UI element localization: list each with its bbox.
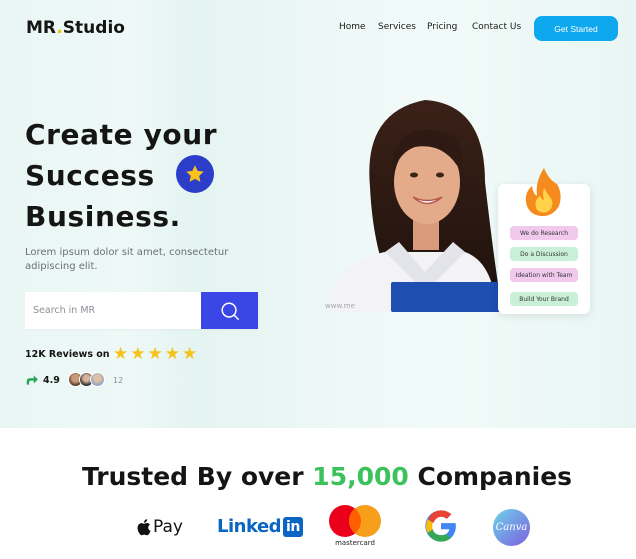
fire-icon bbox=[525, 168, 561, 216]
linkedin-in-box: in bbox=[283, 516, 303, 537]
apple-pay-text: Pay bbox=[153, 517, 183, 537]
trending-up-icon bbox=[26, 375, 38, 385]
get-started-button[interactable]: Get Started bbox=[534, 16, 618, 41]
trusted-suffix: Companies bbox=[408, 462, 573, 491]
brand-name-prefix: MR bbox=[26, 18, 57, 38]
google-logo-icon bbox=[425, 510, 456, 542]
trusted-heading: Trusted By over 15,000 Companies bbox=[0, 462, 636, 491]
mastercard-text: mastercard bbox=[335, 539, 375, 547]
linkedin-logo: Linked in bbox=[217, 516, 303, 537]
nav-home[interactable]: Home bbox=[339, 22, 366, 32]
task-item: Build Your Brand bbox=[510, 292, 578, 306]
star-icon: ★ bbox=[164, 344, 180, 364]
star-badge bbox=[176, 155, 214, 193]
headline-line-1: Create your bbox=[25, 118, 218, 151]
star-icon: ★ bbox=[182, 344, 198, 364]
hero-subtitle: Lorem ipsum dolor sit amet, consectetur … bbox=[25, 247, 229, 272]
apple-pay-logo: Pay bbox=[136, 517, 183, 537]
avatar-count: 12 bbox=[113, 376, 124, 385]
brand-name-suffix: Studio bbox=[62, 18, 125, 38]
search-input[interactable] bbox=[25, 292, 201, 329]
headline-line-3: Business. bbox=[25, 200, 181, 233]
task-item: Do a Discussion bbox=[510, 247, 578, 261]
reviewer-avatars[interactable] bbox=[68, 372, 105, 387]
partner-logos: Pay Linked in mastercard Canva bbox=[0, 505, 636, 547]
trusted-count: 15,000 bbox=[312, 462, 409, 491]
star-icon: ★ bbox=[113, 344, 129, 364]
trusted-prefix: Trusted By over bbox=[81, 462, 313, 491]
mastercard-circles-icon bbox=[329, 505, 381, 537]
apple-icon bbox=[137, 519, 151, 536]
rating-stars: ★ ★ ★ ★ ★ bbox=[113, 344, 197, 364]
svg-text:www.me: www.me bbox=[325, 302, 355, 310]
nav-contact-us[interactable]: Contact Us bbox=[472, 22, 521, 32]
nav-pricing[interactable]: Pricing bbox=[427, 22, 457, 32]
star-icon: ★ bbox=[147, 344, 163, 364]
search-bar bbox=[25, 292, 258, 329]
rating-value: 4.9 bbox=[43, 375, 60, 386]
search-icon bbox=[220, 301, 239, 320]
avatar bbox=[90, 372, 105, 387]
task-item: We do Research bbox=[510, 226, 578, 240]
mastercard-logo: mastercard bbox=[326, 505, 384, 547]
canva-logo: Canva bbox=[493, 509, 530, 546]
reviews-label: 12K Reviews on bbox=[25, 349, 110, 360]
linkedin-text: Linked bbox=[217, 516, 282, 537]
nav-services[interactable]: Services bbox=[378, 22, 416, 32]
task-item: Ideation with Team bbox=[510, 268, 578, 282]
star-icon: ★ bbox=[130, 344, 146, 364]
hero-person-photo: www.me bbox=[325, 100, 501, 312]
star-icon bbox=[186, 165, 204, 182]
brand-logo[interactable]: MR.Studio bbox=[26, 18, 125, 38]
search-button[interactable] bbox=[201, 292, 258, 329]
